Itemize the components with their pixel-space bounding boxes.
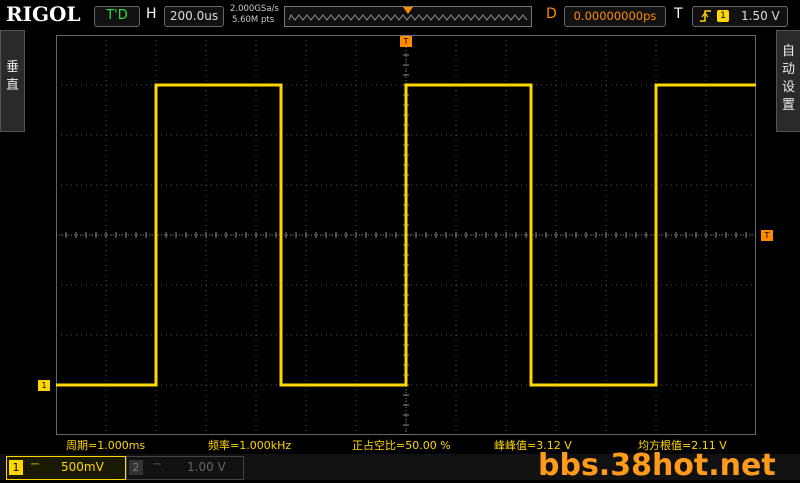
auto-tab-char-1: 自	[781, 44, 795, 59]
memory-trigger-pointer-icon	[403, 7, 413, 14]
delay-offset-button[interactable]: 0.00000000ps	[564, 6, 666, 27]
auto-tab-char-4: 置	[781, 98, 795, 113]
trigger-source-badge: 1	[717, 10, 729, 22]
forum-watermark: bbs.38hot.net	[538, 448, 776, 483]
delay-offset-value: 0.00000000ps	[573, 9, 657, 23]
measurement-duty-cycle: 正占空比=50.00 %	[352, 439, 451, 452]
rising-edge-icon	[699, 8, 713, 27]
horizontal-scale-value: 200.0us	[169, 9, 219, 23]
trigger-level-marker-icon[interactable]: T	[761, 230, 773, 241]
vertical-tab-char-2: 直	[5, 78, 19, 93]
horizontal-label: H	[146, 6, 157, 22]
horizontal-scale-button[interactable]: 200.0us	[164, 6, 224, 27]
channel-1-number: 1	[9, 460, 23, 475]
auto-tab-char-3: 设	[781, 80, 795, 95]
trigger-position-marker-icon[interactable]: T	[400, 36, 412, 47]
channel-2-scale: 1.00 V	[187, 460, 226, 474]
channel-2-number: 2	[129, 460, 143, 475]
measurement-frequency: 频率=1.000kHz	[208, 439, 292, 452]
channel-2-button[interactable]: 2 ⎓ 1.00 V	[126, 456, 244, 480]
ch1-offset-marker-icon[interactable]: 1	[38, 380, 50, 391]
memory-waveform-preview	[288, 7, 528, 21]
vertical-tab-char-1: 垂	[5, 60, 19, 75]
channel-1-scale: 500mV	[61, 460, 104, 474]
auto-tab-char-2: 动	[781, 62, 795, 77]
waveform-display[interactable]	[56, 35, 756, 435]
measurement-period: 周期=1.000ms	[66, 439, 146, 452]
dc-coupling-icon: ⎓	[31, 459, 39, 470]
rigol-logo: RIGOL	[6, 2, 81, 26]
memory-position-bar[interactable]	[284, 6, 532, 27]
trigger-settings-button[interactable]: 1 1.50 V	[692, 6, 788, 27]
vertical-menu-tab[interactable]: 垂 直	[0, 30, 25, 132]
timebase-mode-button[interactable]: T'D	[94, 6, 140, 27]
sample-rate: 2.000GSa/s	[230, 4, 279, 14]
timebase-mode-label: T'D	[106, 8, 128, 23]
auto-setup-tab[interactable]: 自 动 设 置	[776, 30, 800, 132]
memory-depth: 5.60M pts	[232, 15, 275, 25]
delay-label: D	[546, 6, 557, 22]
trigger-level-value: 1.50 V	[741, 9, 780, 23]
trigger-label: T	[674, 6, 683, 22]
channel-1-button[interactable]: 1 ⎓ 500mV	[6, 456, 126, 480]
dc-coupling-icon: ⎓	[153, 459, 161, 470]
